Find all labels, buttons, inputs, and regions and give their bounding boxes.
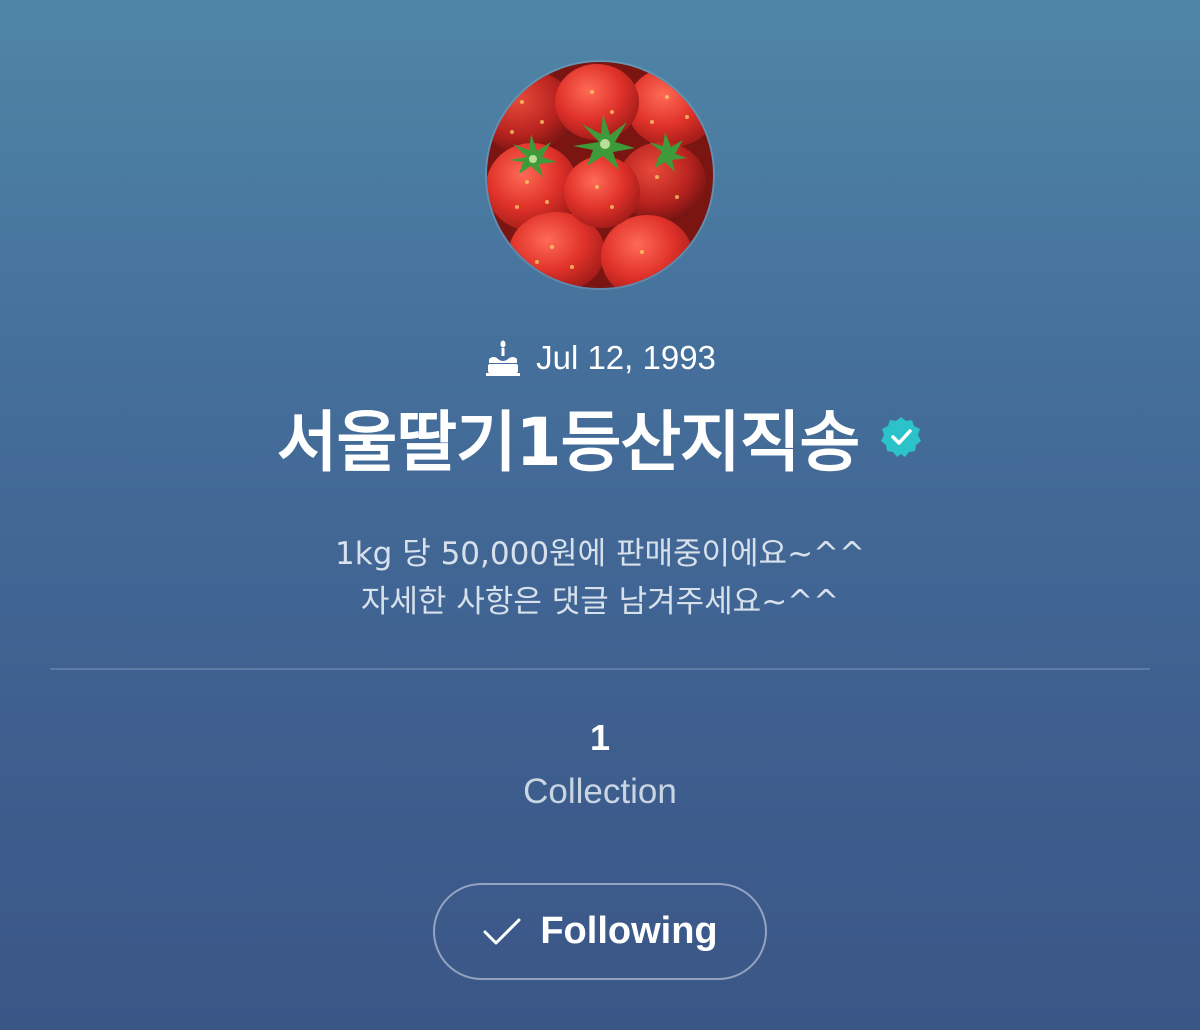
verified-badge-icon (881, 417, 922, 457)
collection-count[interactable]: 1 (0, 717, 1200, 759)
birthday-row: Jul 12, 1993 (0, 336, 1200, 380)
bio-line-1: 1kg 당 50,000원에 판매중이에요~^^ (335, 536, 865, 572)
following-button[interactable]: Following (433, 883, 767, 980)
profile-name: 서울딸기1등산지직송 (276, 404, 860, 481)
collection-label[interactable]: Collection (0, 772, 1200, 812)
bio-line-2: 자세한 사항은 댓글 남겨주세요~^^ (360, 584, 840, 620)
profile-page: Jul 12, 1993 서울딸기1등산지직송 1kg 당 50,000원에 판… (0, 0, 1200, 1030)
cake-icon (486, 340, 521, 376)
birthday-date: Jul 12, 1993 (536, 339, 716, 376)
check-icon (483, 918, 521, 944)
strawberries-photo (487, 62, 713, 288)
divider (50, 668, 1150, 670)
profile-avatar[interactable] (487, 62, 713, 288)
profile-bio: 1kg 당 50,000원에 판매중이에요~^^ 자세한 사항은 댓글 남겨주세… (0, 530, 1200, 626)
following-label: Following (540, 910, 718, 952)
name-row: 서울딸기1등산지직송 (0, 392, 1200, 482)
